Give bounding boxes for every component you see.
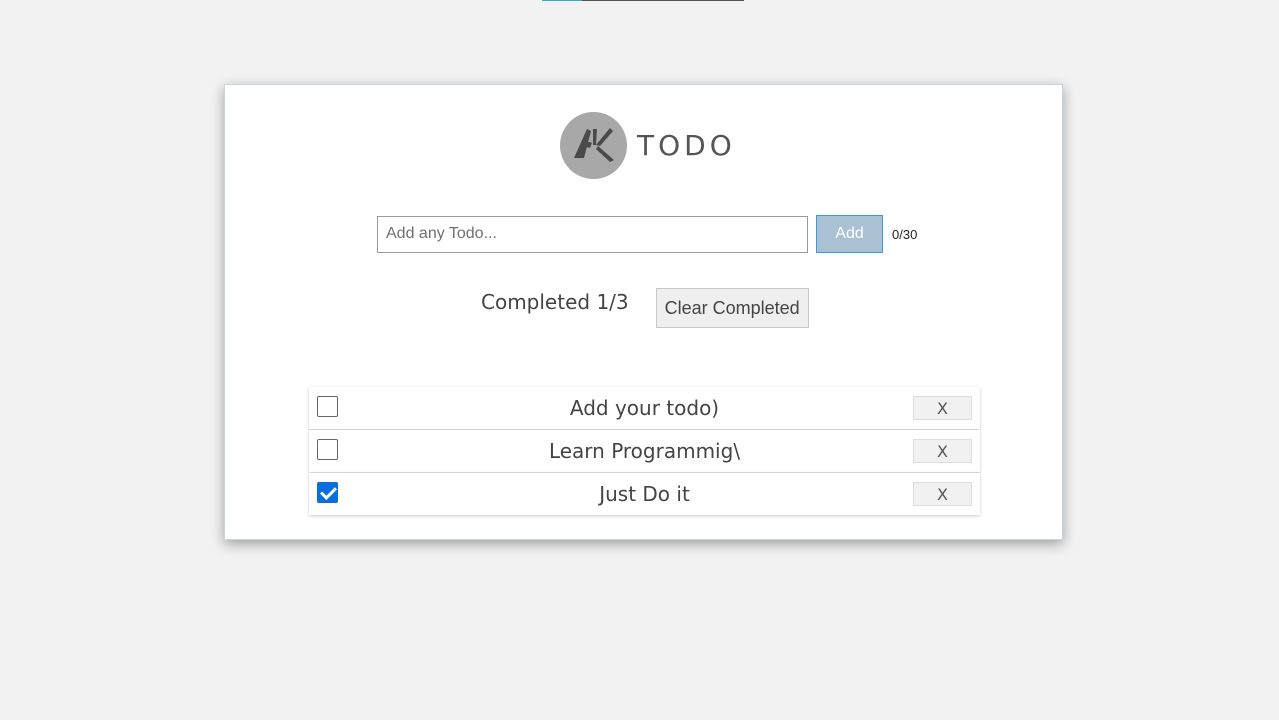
- app-logo: TODO: [560, 111, 736, 179]
- todo-text: Just Do it: [599, 482, 690, 506]
- todo-text: Learn Programmig\: [548, 439, 741, 463]
- delete-todo-button[interactable]: X: [913, 482, 972, 506]
- todo-input[interactable]: [377, 215, 808, 253]
- logo-monogram-icon: [560, 111, 627, 179]
- todo-text: Add your todo): [569, 396, 720, 420]
- app-title: TODO: [637, 128, 736, 162]
- top-loading-strip: [542, 0, 744, 1]
- logo-monogram-glyph: [574, 127, 614, 162]
- todo-checkbox[interactable]: [317, 439, 338, 460]
- todo-checkbox[interactable]: [317, 482, 338, 503]
- todo-item: Just Do it X: [309, 473, 980, 515]
- top-strip-accent: [542, 0, 582, 1]
- char-counter: 0/30: [892, 226, 918, 242]
- todo-item: Add your todo) X: [309, 387, 980, 429]
- completed-counter: Completed 1/3: [481, 290, 629, 314]
- clear-completed-button[interactable]: Clear Completed: [655, 288, 809, 328]
- todo-card: TODO Add 0/30 Completed 1/3 Clear Comple…: [224, 84, 1063, 540]
- delete-todo-button[interactable]: X: [913, 439, 972, 463]
- todo-item: Learn Programmig\ X: [309, 430, 980, 472]
- status-row: Completed 1/3 Clear Completed: [481, 288, 809, 328]
- add-button[interactable]: Add: [816, 215, 883, 253]
- delete-todo-button[interactable]: X: [913, 396, 972, 420]
- add-todo-row: Add 0/30: [377, 215, 917, 253]
- todo-list: Add your todo) X Learn Programmig\ X Jus…: [309, 387, 980, 516]
- todo-checkbox[interactable]: [317, 396, 338, 417]
